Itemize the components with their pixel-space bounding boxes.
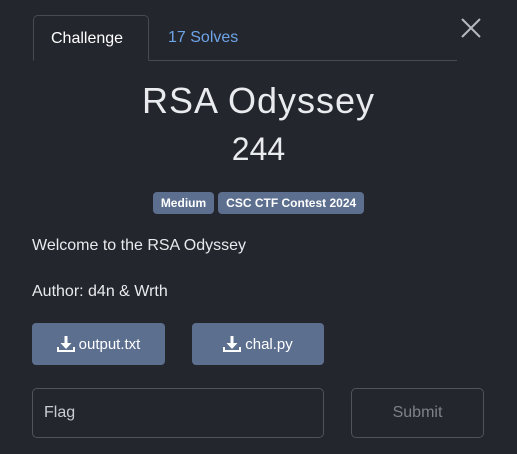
download-icon [56, 335, 75, 353]
file-name: output.txt [78, 335, 141, 353]
tag-badge: Medium [152, 192, 215, 214]
tab-challenge[interactable]: Challenge [33, 15, 149, 61]
tab-bar: Challenge 17 Solves [33, 15, 457, 61]
challenge-author: Author: d4n & Wrth [32, 283, 168, 300]
download-button-chal-py[interactable]: chal.py [192, 323, 324, 365]
submit-button[interactable]: Submit [351, 388, 484, 438]
download-icon [223, 335, 242, 353]
challenge-title: RSA Odyssey [141, 80, 376, 121]
tag-badge: CSC CTF Contest 2024 [218, 192, 365, 214]
tab-solves[interactable]: 17 Solves [151, 15, 255, 60]
file-name: chal.py [245, 335, 293, 353]
tag-list: Medium CSC CTF Contest 2024 [0, 192, 517, 214]
challenge-points: 244 [231, 131, 286, 167]
download-button-output-txt[interactable]: output.txt [32, 323, 165, 365]
challenge-description: Welcome to the RSA Odyssey [32, 237, 247, 254]
flag-input[interactable] [32, 388, 324, 438]
challenge-modal: Challenge 17 Solves RSA Odyssey 244 Medi… [0, 0, 517, 454]
close-icon[interactable] [459, 16, 483, 40]
